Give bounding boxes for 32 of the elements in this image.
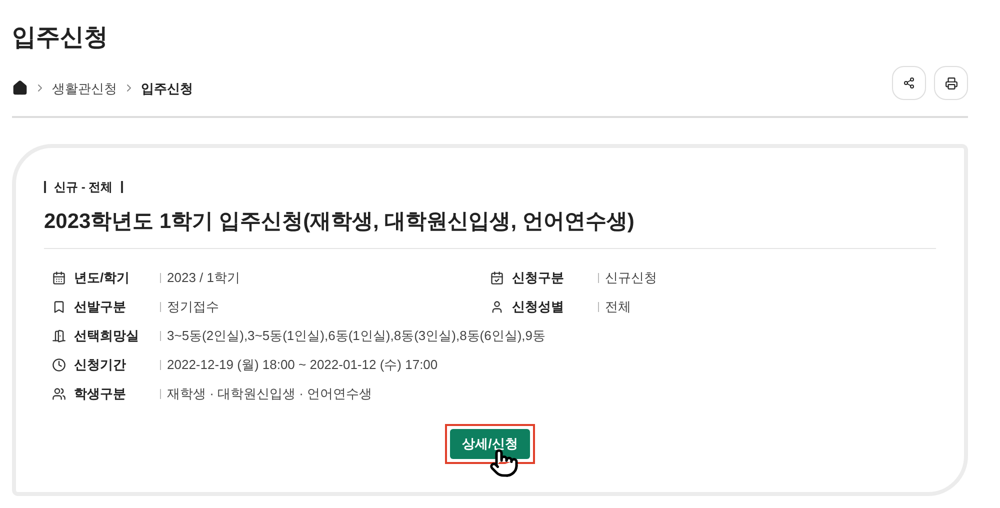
bookmark-icon [52, 300, 66, 314]
person-icon [490, 300, 504, 314]
calendar-icon [52, 271, 66, 285]
printer-icon [944, 76, 958, 90]
field-label: 신청성별 [512, 298, 565, 316]
breadcrumb-link[interactable]: 입주신청 [141, 78, 193, 98]
notice-title: 2023학년도 1학기 입주신청(재학생, 대학원신입생, 언어연수생) [44, 206, 936, 248]
home-icon[interactable] [12, 80, 28, 96]
page-title: 입주신청 [12, 23, 109, 53]
door-icon [52, 329, 66, 343]
field-value: 전체 [605, 298, 631, 316]
field-value: 3~5동(2인실),3~5동(1인실),6동(1인실),8동(3인실),8동(6인실),9동 [167, 327, 546, 346]
share-icon [903, 77, 915, 89]
field-label: 신청기간 [74, 356, 127, 374]
breadcrumb-link[interactable]: 생활관신청 [52, 78, 117, 98]
field-label: 신청구분 [512, 269, 565, 288]
share-button[interactable] [892, 66, 926, 100]
field-value: 재학생 · 대학원신입생 · 언어연수생 [167, 385, 372, 404]
category-tag: 신규 - 전체 [54, 178, 113, 196]
people-icon [52, 387, 66, 401]
field-label: 선택희망실 [74, 327, 140, 346]
field-label: 선발구분 [74, 298, 127, 316]
calendar-check-icon [490, 271, 504, 285]
field-label: 학생구분 [74, 385, 127, 404]
field-value: 2022-12-19 (월) 18:00 ~ 2022-01-12 (수) 17:00 [167, 356, 438, 374]
field-value: 정기접수 [167, 298, 219, 316]
detail-apply-button[interactable]: 상세/신청 [450, 428, 530, 458]
field-label: 년도/학기 [74, 269, 131, 288]
clock-icon [52, 358, 66, 372]
field-value: 신규신청 [605, 269, 657, 288]
print-button[interactable] [934, 66, 968, 100]
field-value: 2023 / 1학기 [167, 269, 240, 288]
